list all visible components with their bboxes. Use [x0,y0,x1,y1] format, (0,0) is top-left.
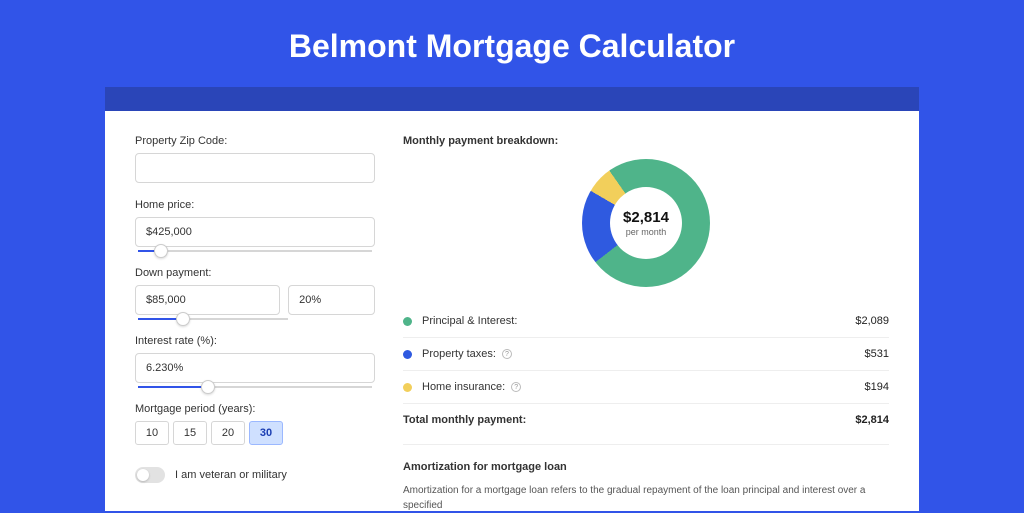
legend-label: Home insurance:? [422,381,865,393]
legend-value: $194 [865,381,889,393]
legend-dot [403,350,412,359]
legend-row: Property taxes:?$531 [403,338,889,371]
period-option-20[interactable]: 20 [211,421,245,445]
total-value: $2,814 [855,414,889,426]
interest-rate-slider[interactable] [138,386,372,388]
donut-chart-wrap: $2,814 per month [403,159,889,287]
legend-row: Principal & Interest: $2,089 [403,305,889,338]
down-payment-percent-input[interactable] [288,285,375,315]
donut-center: $2,814 per month [610,187,682,259]
header-banner [105,87,919,111]
info-icon[interactable]: ? [502,349,512,359]
calculator-card: Property Zip Code: Home price: Down paym… [105,111,919,511]
legend-dot [403,317,412,326]
field-period: Mortgage period (years): 10152030 [135,403,375,445]
breakdown-panel: Monthly payment breakdown: $2,814 per mo… [403,135,889,487]
legend-label-text: Property taxes: [422,348,496,360]
legend-label: Property taxes:? [422,348,865,360]
breakdown-title: Monthly payment breakdown: [403,135,889,147]
home-price-input[interactable] [135,217,375,247]
period-option-10[interactable]: 10 [135,421,169,445]
total-label: Total monthly payment: [403,414,855,426]
period-option-30[interactable]: 30 [249,421,283,445]
period-options: 10152030 [135,421,375,445]
home-price-slider[interactable] [138,250,372,252]
amortization-title: Amortization for mortgage loan [403,461,889,473]
zip-input[interactable] [135,153,375,183]
field-interest-rate: Interest rate (%): [135,335,375,383]
donut-chart: $2,814 per month [582,159,710,287]
field-zip: Property Zip Code: [135,135,375,183]
down-payment-input[interactable] [135,285,280,315]
interest-rate-label: Interest rate (%): [135,335,375,347]
total-row: Total monthly payment: $2,814 [403,403,889,440]
slider-thumb[interactable] [201,380,215,394]
period-option-15[interactable]: 15 [173,421,207,445]
veteran-toggle[interactable] [135,467,165,483]
field-down-payment: Down payment: [135,267,375,315]
info-icon[interactable]: ? [511,382,521,392]
legend-dot [403,383,412,392]
legend-value: $2,089 [855,315,889,327]
legend-label: Principal & Interest: [422,315,855,327]
interest-rate-input[interactable] [135,353,375,383]
legend-label-text: Home insurance: [422,381,505,393]
form-panel: Property Zip Code: Home price: Down paym… [135,135,375,487]
amortization-block: Amortization for mortgage loan Amortizat… [403,444,889,513]
legend-label-text: Principal & Interest: [422,315,517,327]
home-price-label: Home price: [135,199,375,211]
down-payment-slider[interactable] [138,318,288,320]
period-label: Mortgage period (years): [135,403,375,415]
veteran-row: I am veteran or military [135,467,375,483]
down-payment-label: Down payment: [135,267,375,279]
zip-label: Property Zip Code: [135,135,375,147]
slider-fill [138,386,208,388]
amortization-text: Amortization for a mortgage loan refers … [403,483,889,513]
page-title: Belmont Mortgage Calculator [0,0,1024,87]
donut-sub: per month [626,227,667,237]
legend-row: Home insurance:?$194 [403,371,889,403]
field-home-price: Home price: [135,199,375,247]
toggle-knob [137,469,149,481]
legend: Principal & Interest: $2,089 Property taxe… [403,305,889,403]
veteran-label: I am veteran or military [175,469,287,481]
legend-value: $531 [865,348,889,360]
donut-amount: $2,814 [623,209,669,226]
slider-thumb[interactable] [176,312,190,326]
slider-thumb[interactable] [154,244,168,258]
